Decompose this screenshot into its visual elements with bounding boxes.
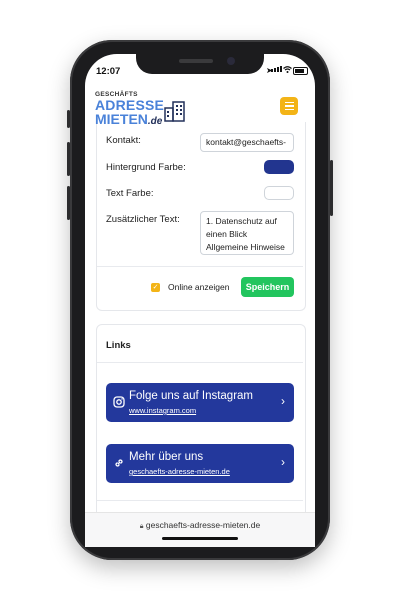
divider bbox=[97, 266, 303, 267]
divider bbox=[97, 500, 303, 501]
save-button[interactable]: Speichern bbox=[241, 277, 294, 297]
status-time: 12:07 bbox=[96, 66, 121, 77]
hamburger-line bbox=[284, 105, 294, 107]
extra-text-line: Allgemeine Hinweise bbox=[206, 242, 285, 252]
about-link-button[interactable]: Mehr über uns geschaefts-adresse-mieten.… bbox=[106, 444, 294, 483]
extra-text-label: Zusätzlicher Text: bbox=[106, 214, 180, 225]
extra-text-area[interactable]: 1. Datenschutz auf einen Blick Allgemein… bbox=[200, 211, 294, 255]
logo-line-3-text: MIETEN bbox=[95, 111, 148, 127]
online-label: Online anzeigen bbox=[168, 282, 230, 292]
instagram-icon bbox=[113, 396, 125, 408]
kontakt-label: Kontakt: bbox=[106, 135, 141, 146]
site-logo[interactable]: GESCHÄFTS ADRESSE MIETEN.de bbox=[95, 91, 164, 129]
url-display: 🔒︎ geschaefts-adresse-mieten.de bbox=[85, 520, 315, 531]
mute-switch bbox=[67, 110, 70, 128]
battery-icon bbox=[293, 67, 308, 75]
instagram-link-title: Folge uns auf Instagram bbox=[129, 390, 254, 402]
link-icon bbox=[115, 459, 123, 467]
power-button bbox=[330, 160, 333, 216]
divider bbox=[97, 362, 303, 363]
logo-tld: .de bbox=[147, 116, 163, 127]
instagram-link-url: www.instagram.com bbox=[129, 406, 197, 415]
about-link-url: geschaefts-adresse-mieten.de bbox=[129, 467, 230, 476]
chevron-right-icon: › bbox=[281, 394, 285, 408]
online-checkbox[interactable]: ✓ bbox=[151, 283, 160, 292]
wifi-icon bbox=[283, 66, 292, 73]
kontakt-input[interactable]: kontakt@geschaefts- bbox=[200, 133, 294, 152]
logo-line-2: ADRESSE bbox=[95, 97, 165, 113]
about-link-title: Mehr über uns bbox=[129, 451, 204, 463]
extra-text-line: einen Blick bbox=[206, 229, 248, 239]
hamburger-icon bbox=[284, 101, 294, 104]
menu-button[interactable] bbox=[280, 97, 298, 115]
instagram-link-button[interactable]: Folge uns auf Instagram www.instagram.co… bbox=[106, 383, 294, 422]
text-color-label: Text Farbe: bbox=[106, 188, 154, 199]
logo-line-3: MIETEN.de bbox=[95, 112, 164, 129]
home-indicator bbox=[162, 537, 238, 540]
building-icon bbox=[164, 101, 185, 122]
volume-up-button bbox=[67, 142, 70, 176]
camera bbox=[227, 57, 235, 65]
lock-icon: 🔒︎ bbox=[139, 523, 144, 530]
links-card bbox=[96, 324, 306, 526]
bg-color-label: Hintergrund Farbe: bbox=[106, 162, 186, 173]
browser-url-bar[interactable]: 🔒︎ geschaefts-adresse-mieten.de bbox=[85, 512, 315, 547]
extra-text-line: 1. Datenschutz auf bbox=[206, 216, 277, 226]
bg-color-picker[interactable] bbox=[264, 160, 294, 174]
text-color-picker[interactable] bbox=[264, 186, 294, 200]
speaker bbox=[179, 59, 213, 63]
signal-icon bbox=[271, 66, 282, 72]
url-text: geschaefts-adresse-mieten.de bbox=[145, 520, 261, 530]
hamburger-line bbox=[284, 108, 294, 111]
chevron-right-icon: › bbox=[281, 455, 285, 469]
volume-down-button bbox=[67, 186, 70, 220]
links-title: Links bbox=[106, 340, 131, 351]
notch bbox=[136, 54, 264, 74]
